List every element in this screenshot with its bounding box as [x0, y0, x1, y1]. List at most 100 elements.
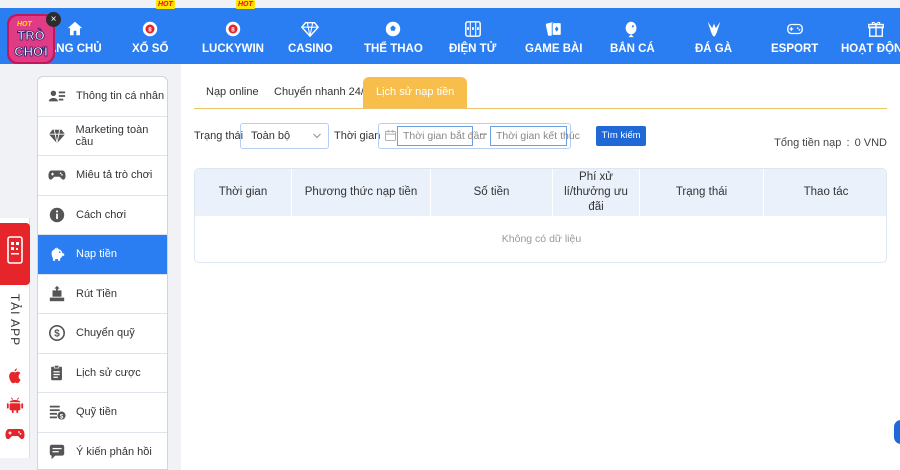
lottery-ball-icon: 8 — [224, 20, 242, 38]
svg-text:$: $ — [60, 414, 64, 421]
nav-item-card-games[interactable]: GAME BÀI — [525, 8, 583, 64]
nav-item-casino[interactable]: CASINO — [288, 8, 333, 64]
home-icon — [66, 20, 84, 38]
table-header: Thời gian Phương thức nạp tiền Số tiền P… — [195, 169, 886, 216]
sidebar-item-label: Quỹ tiền — [76, 406, 117, 419]
nav-item-cockfight[interactable]: ĐÁ GÀ — [695, 8, 732, 64]
top-nav-bar: ANG CHỦ HOT 8 XỔ SỐ HOT 8 LUCKYWIN CASIN… — [0, 0, 900, 64]
deposit-tabs: Nạp online Chuyển nhanh 24/7 Lịch sử nạp… — [194, 77, 887, 109]
nav-item-label: ĐIỆN TỬ — [449, 43, 497, 55]
nav-item-label: THỂ THAO — [364, 43, 423, 55]
fund-icon: $ — [47, 402, 67, 422]
sidebar-item-transfer-funds[interactable]: $ Chuyển quỹ — [38, 314, 167, 354]
column-header-method: Phương thức nạp tiền — [292, 169, 431, 216]
sidebar-item-profile[interactable]: Thông tin cá nhân — [38, 77, 167, 117]
nav-item-fishing[interactable]: BẮN CÁ — [610, 8, 655, 64]
total-deposit: Tổng tiền nạp : 0 VND — [774, 137, 887, 149]
column-header-time: Thời gian — [195, 169, 292, 216]
info-icon — [47, 205, 67, 225]
fish-icon — [623, 20, 641, 38]
calendar-icon — [385, 130, 396, 141]
floating-chat-button[interactable] — [894, 420, 900, 444]
feedback-icon — [47, 442, 67, 462]
sidebar-item-label: Marketing toàn cầu — [75, 123, 149, 148]
nav-item-events[interactable]: HOẠT ĐỘNG — [841, 8, 900, 64]
sidebar-item-how-to-play[interactable]: Cách chơi — [38, 196, 167, 235]
sidebar-item-label: Ý kiến phản hồi — [76, 445, 152, 458]
column-header-actions: Thao tác — [803, 186, 849, 198]
nav-item-luckywin[interactable]: HOT 8 LUCKYWIN — [202, 0, 264, 64]
nav-item-electronic[interactable]: ĐIỆN TỬ — [449, 8, 496, 64]
nav-item-label: ANG CHỦ — [48, 43, 102, 55]
slot-machine-icon — [464, 20, 482, 38]
sidebar-item-deposit[interactable]: Nạp tiền — [38, 235, 167, 275]
gamepad-icon — [786, 20, 804, 38]
column-header-status: Trạng thái — [640, 169, 764, 216]
column-header-fee: Phí xử lí/thưởng ưu đãi — [553, 169, 640, 216]
nav-item-lottery[interactable]: HOT 8 XỔ SỐ — [132, 0, 175, 64]
nav-item-label: LUCKYWIN — [202, 43, 264, 55]
status-select-value: Toàn bộ — [251, 130, 291, 142]
apple-icon[interactable] — [6, 366, 24, 386]
end-date-input[interactable]: Thời gian kết thúc — [490, 126, 580, 146]
download-app-label[interactable]: TẢI APP — [3, 290, 27, 350]
sidebar-item-fund[interactable]: $ Quỹ tiền — [38, 393, 167, 433]
sidebar-item-label: Cách chơi — [76, 208, 127, 221]
hot-badge: HOT — [156, 0, 175, 9]
user-card-icon — [47, 86, 67, 106]
sidebar-item-marketing[interactable]: Marketing toàn cầu — [38, 117, 167, 156]
nav-item-sports[interactable]: THỂ THAO — [364, 8, 423, 64]
playing-cards-icon — [545, 20, 563, 38]
column-header-amount: Số tiền — [431, 169, 553, 216]
clipboard-icon — [47, 363, 67, 383]
sidebar-item-bet-history[interactable]: Lịch sử cược — [38, 354, 167, 393]
piggy-bank-icon — [47, 244, 67, 264]
deposit-history-panel: Nạp online Chuyển nhanh 24/7 Lịch sử nạp… — [181, 64, 900, 470]
total-deposit-separator: : — [846, 137, 850, 149]
total-deposit-currency: VND — [863, 137, 887, 149]
status-select[interactable]: Toàn bộ — [240, 123, 329, 149]
tab-deposit-history[interactable]: Lịch sử nạp tiền — [363, 77, 468, 108]
lottery-ball-icon: 8 — [141, 20, 159, 38]
search-button[interactable]: Tìm kiếm — [596, 126, 646, 146]
nav-item-label: ESPORT — [771, 43, 819, 55]
tab-fast-transfer[interactable]: Chuyển nhanh 24/7 — [274, 77, 370, 108]
gamepad-icon — [47, 165, 67, 185]
hot-badge: HOT — [236, 0, 255, 9]
sidebar-item-label: Lịch sử cược — [76, 366, 141, 379]
android-icon[interactable] — [6, 394, 24, 416]
svg-text:TRÒ: TRÒ — [17, 28, 44, 43]
nav-item-label: HOẠT ĐỘNG — [841, 43, 900, 55]
nav-item-esport[interactable]: ESPORT — [771, 8, 818, 64]
svg-text:8: 8 — [148, 27, 152, 34]
tab-online-deposit[interactable]: Nạp online — [206, 77, 259, 108]
gift-icon — [867, 20, 885, 38]
empty-state-text: Không có dữ liệu — [501, 233, 582, 245]
account-sidebar: Thông tin cá nhân Marketing toàn cầu Miê… — [37, 76, 168, 470]
close-icon[interactable]: × — [46, 12, 61, 27]
withdraw-icon — [47, 284, 67, 304]
sidebar-item-label: Chuyển quỹ — [76, 327, 135, 340]
total-deposit-value: 0 — [854, 137, 861, 149]
time-filter-label: Thời gian — [334, 130, 381, 142]
sidebar-item-feedback[interactable]: Ý kiến phản hồi — [38, 433, 167, 470]
sidebar-item-game-description[interactable]: Miêu tả trò chơi — [38, 156, 167, 196]
nav-item-label: ĐÁ GÀ — [695, 43, 733, 55]
nav-item-label: BẮN CÁ — [610, 43, 655, 55]
start-date-input[interactable]: Thời gian bắt đầu — [397, 126, 485, 146]
date-range-picker[interactable]: Thời gian bắt đầu -- Thời gian kết thúc — [378, 123, 580, 149]
sidebar-item-label: Thông tin cá nhân — [76, 90, 165, 103]
nav-item-label: CASINO — [288, 43, 333, 55]
svg-text:HOT: HOT — [17, 21, 33, 28]
brand-logo[interactable]: HOT TRÒ CHƠI × — [6, 10, 61, 66]
date-range-separator: -- — [480, 128, 488, 140]
download-app-strip[interactable]: TẢI APP — [0, 218, 30, 458]
svg-text:$: $ — [54, 329, 60, 340]
svg-text:CHƠI: CHƠI — [14, 44, 47, 59]
gamepad-icon[interactable] — [5, 426, 25, 442]
qr-phone-icon[interactable] — [0, 223, 30, 285]
nav-item-label: GAME BÀI — [525, 43, 583, 55]
diamond-icon — [301, 20, 320, 38]
soccer-ball-icon — [384, 20, 402, 38]
sidebar-item-withdraw[interactable]: Rút Tiền — [38, 275, 167, 314]
